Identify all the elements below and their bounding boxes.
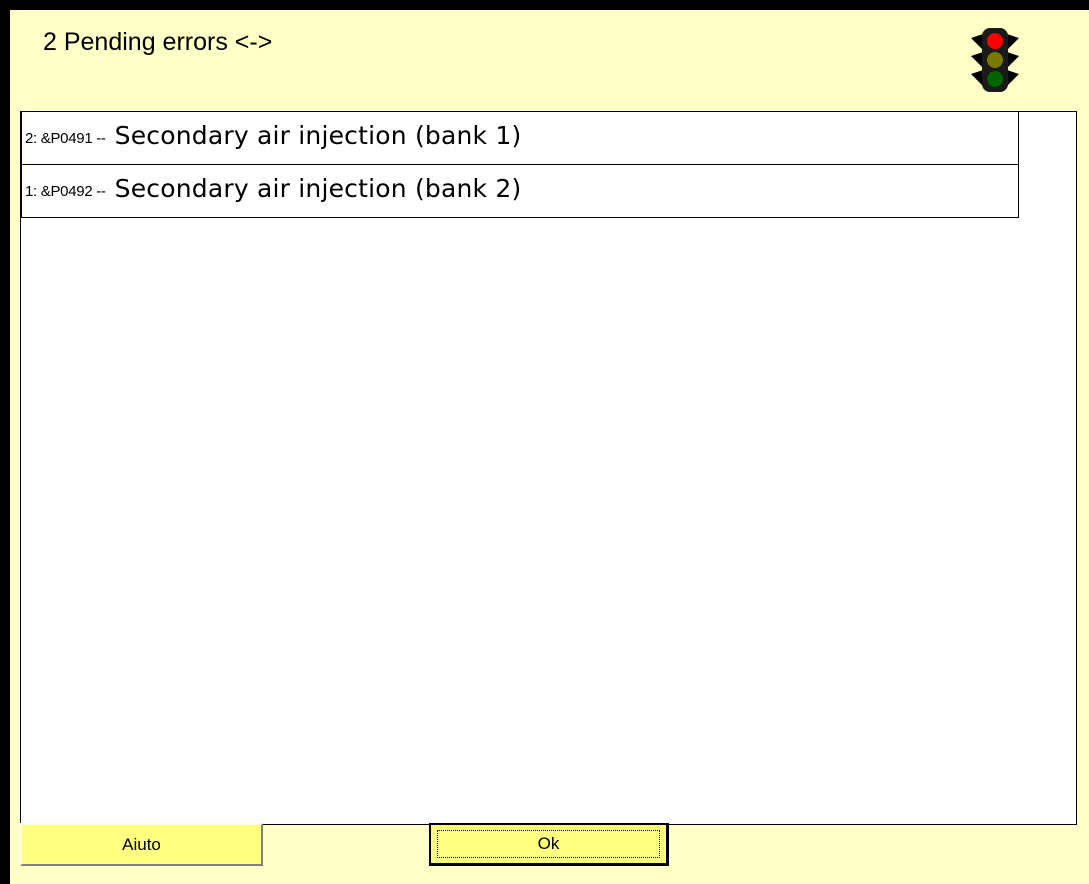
- green-light: [987, 71, 1003, 87]
- error-list-item[interactable]: 1: &P0492 -- Secondary air injection (ba…: [21, 164, 1019, 218]
- error-description: Secondary air injection (bank 2): [114, 173, 522, 203]
- ok-button[interactable]: Ok: [429, 823, 669, 866]
- error-list-item[interactable]: 2: &P0491 -- Secondary air injection (ba…: [21, 112, 1019, 165]
- dialog-window: 2 Pending errors <-> 2: &P0491 -- Second…: [0, 0, 1089, 884]
- error-description: Secondary air injection (bank 1): [114, 120, 522, 150]
- help-button-label: Aiuto: [122, 834, 161, 854]
- yellow-light: [987, 52, 1003, 68]
- error-code: 1: &P0492 --: [25, 182, 106, 200]
- error-code: 2: &P0491 --: [25, 129, 106, 147]
- help-button[interactable]: Aiuto: [20, 823, 263, 866]
- traffic-light-icon: [971, 28, 1019, 92]
- page-title: 2 Pending errors <->: [43, 28, 273, 56]
- ok-button-label: Ok: [537, 834, 560, 853]
- red-light: [987, 33, 1003, 49]
- error-list[interactable]: 2: &P0491 -- Secondary air injection (ba…: [20, 111, 1077, 825]
